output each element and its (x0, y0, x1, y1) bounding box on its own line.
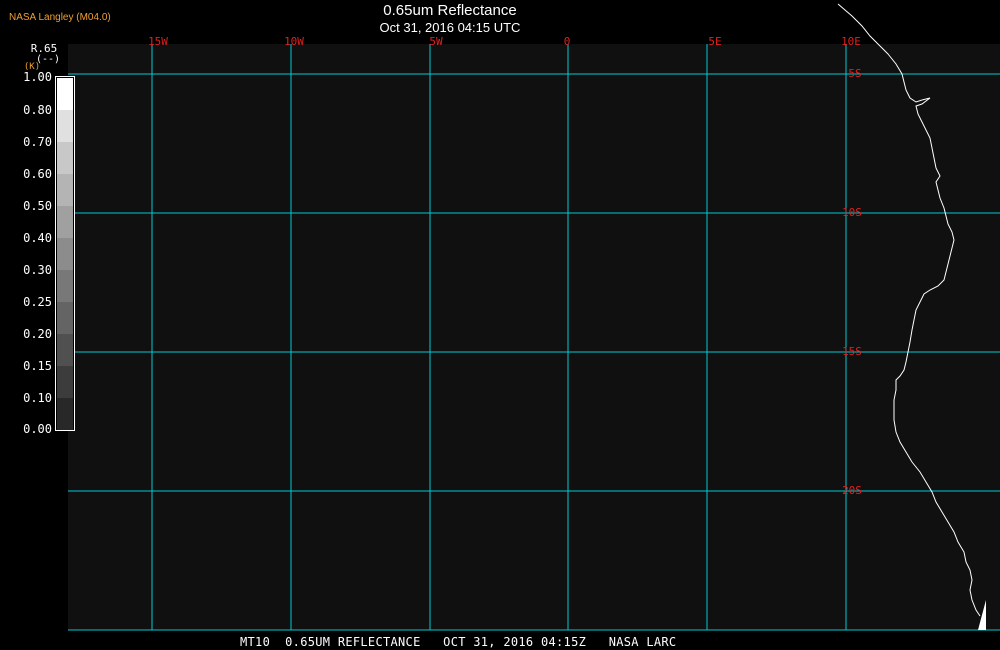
colorbar-segment (57, 270, 73, 302)
colorbar-label: 0.20 (23, 327, 52, 341)
footer-caption: MT10 0.65UM REFLECTANCE OCT 31, 2016 04:… (240, 635, 677, 649)
colorbar-label: 0.30 (23, 263, 52, 277)
colorbar-label: 0.25 (23, 295, 52, 309)
colorbar-label: 0.60 (23, 167, 52, 181)
colorbar-segment (57, 174, 73, 206)
colorbar-label: 0.15 (23, 359, 52, 373)
colorbar-label: 0.70 (23, 135, 52, 149)
map-overlay: 15W 10W 5W 0 5E 10E 5S 10S 15S 20S (68, 3, 1000, 631)
longitude-labels: 15W 10W 5W 0 5E 10E (148, 35, 861, 48)
lat-label-15s: 15S (842, 345, 862, 358)
lon-label-15w: 15W (148, 35, 168, 48)
lon-label-5e: 5E (708, 35, 721, 48)
colorbar-segment (57, 78, 73, 110)
colorbar-segment (57, 206, 73, 238)
colorbar-label: 0.00 (23, 422, 52, 436)
latitude-labels: 5S 10S 15S 20S (842, 67, 862, 497)
colorbar-label: 0.80 (23, 103, 52, 117)
lon-label-5w: 5W (429, 35, 443, 48)
colorbar-label: 1.00 (23, 70, 52, 84)
lat-label-5s: 5S (848, 67, 861, 80)
lat-label-10s: 10S (842, 206, 862, 219)
colorbar-segment (57, 142, 73, 174)
lon-label-10e: 10E (841, 35, 861, 48)
longitude-gridlines (151, 44, 847, 630)
lon-label-0: 0 (564, 35, 571, 48)
product-title: 0.65um Reflectance (383, 2, 517, 19)
colorbar-segment (57, 238, 73, 270)
colorbar-segment (57, 366, 73, 398)
colorbar (55, 76, 75, 431)
lat-label-20s: 20S (842, 484, 862, 497)
lon-label-10w: 10W (284, 35, 304, 48)
timestamp: Oct 31, 2016 04:15 UTC (379, 20, 521, 35)
colorbar-segment (57, 398, 73, 430)
coastline (837, 3, 981, 617)
colorbar-label: 0.10 (23, 391, 52, 405)
colorbar-label: 0.40 (23, 231, 52, 245)
colorbar-segment (57, 334, 73, 366)
colorbar-label: 0.50 (23, 199, 52, 213)
colorbar-segment (57, 110, 73, 142)
colorbar-segment (57, 302, 73, 334)
